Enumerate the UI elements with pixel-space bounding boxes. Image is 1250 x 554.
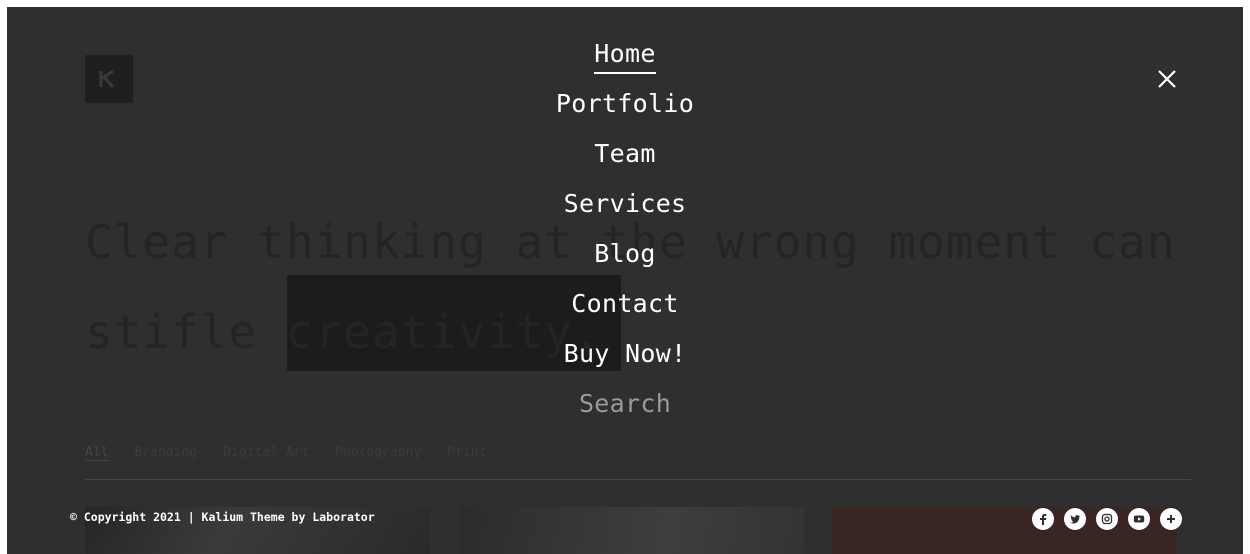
portfolio-filters: All Branding Digital Art Photography Pri… — [85, 445, 486, 460]
youtube-icon — [1133, 515, 1145, 523]
youtube-link[interactable] — [1128, 508, 1150, 530]
filter-print[interactable]: Print — [447, 445, 486, 460]
fullscreen-menu: Home Portfolio Team Services Blog Contac… — [7, 29, 1243, 429]
filter-photography[interactable]: Photography — [335, 445, 421, 460]
twitter-link[interactable] — [1064, 508, 1086, 530]
close-icon — [1158, 70, 1176, 88]
menu-item-home[interactable]: Home — [594, 29, 657, 79]
filter-all[interactable]: All — [85, 445, 108, 460]
close-menu-button[interactable] — [1155, 67, 1179, 91]
filter-branding[interactable]: Branding — [134, 445, 197, 460]
facebook-icon — [1040, 514, 1047, 525]
instagram-link[interactable] — [1096, 508, 1118, 530]
twitter-icon — [1070, 515, 1080, 524]
plus-icon — [1167, 515, 1175, 523]
portfolio-thumbnail[interactable] — [459, 507, 804, 554]
filter-digital-art[interactable]: Digital Art — [223, 445, 309, 460]
menu-item-buy-now[interactable]: Buy Now! — [564, 329, 687, 379]
menu-item-services[interactable]: Services — [564, 179, 687, 229]
divider — [85, 479, 1191, 480]
more-link[interactable] — [1160, 508, 1182, 530]
menu-item-team[interactable]: Team — [594, 129, 655, 179]
facebook-link[interactable] — [1032, 508, 1054, 530]
menu-item-blog[interactable]: Blog — [594, 229, 655, 279]
social-links — [1032, 508, 1182, 530]
footer-copyright: © Copyright 2021 | Kalium Theme by Labor… — [70, 510, 375, 524]
menu-item-portfolio[interactable]: Portfolio — [556, 79, 694, 129]
menu-search[interactable]: Search — [579, 379, 671, 429]
menu-item-contact[interactable]: Contact — [571, 279, 678, 329]
page-frame: Clear thinking at the wrong moment can s… — [7, 7, 1243, 554]
instagram-icon — [1101, 513, 1113, 525]
